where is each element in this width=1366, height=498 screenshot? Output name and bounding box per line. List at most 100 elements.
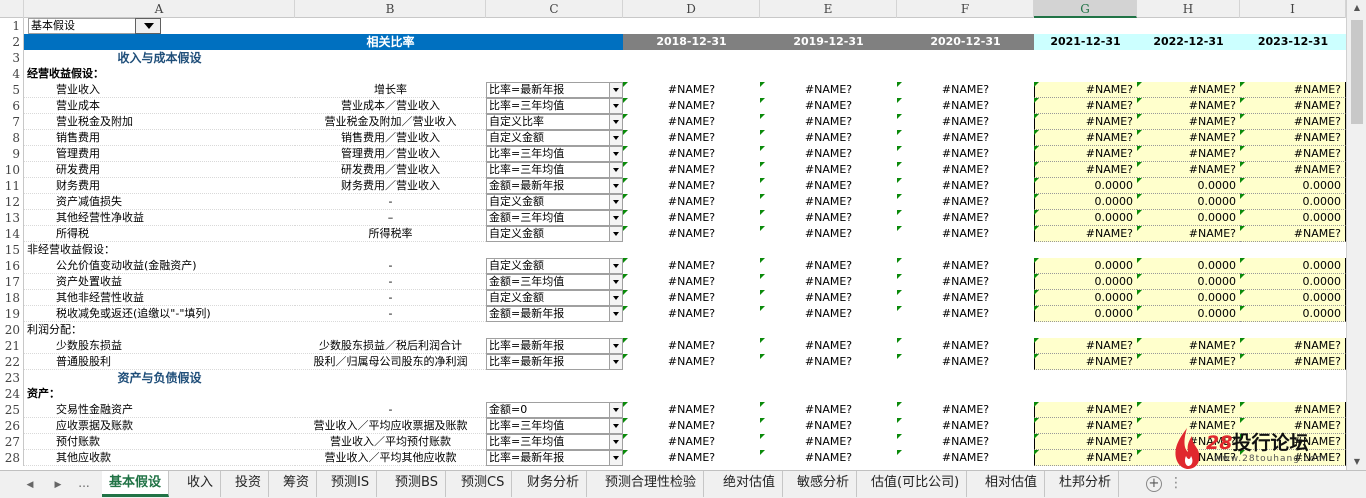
chevron-down-icon[interactable] [609,115,622,129]
historical-value[interactable]: #NAME? [897,418,1034,434]
sheet-tab[interactable]: 投资 [228,471,270,497]
method-select[interactable]: 比率=最新年报 [486,354,623,370]
historical-value[interactable]: #NAME? [623,274,760,290]
chevron-down-icon[interactable] [609,451,622,465]
historical-value[interactable]: #NAME? [623,338,760,354]
forecast-input-cell[interactable]: #NAME? [1240,130,1346,146]
forecast-input-cell[interactable]: 0.0000 [1137,274,1240,290]
historical-value[interactable]: #NAME? [760,82,897,98]
historical-value[interactable]: #NAME? [760,210,897,226]
historical-value[interactable]: #NAME? [760,146,897,162]
chevron-down-icon[interactable] [609,99,622,113]
historical-value[interactable]: #NAME? [623,402,760,418]
row-header[interactable]: 10 [0,162,24,178]
dropdown-button[interactable] [135,18,161,34]
column-header-b[interactable]: B [295,0,486,18]
chevron-down-icon[interactable] [609,259,622,273]
chevron-down-icon[interactable] [609,291,622,305]
historical-value[interactable]: #NAME? [760,130,897,146]
historical-value[interactable]: #NAME? [897,82,1034,98]
historical-value[interactable]: #NAME? [897,306,1034,322]
column-header-c[interactable]: C [486,0,623,18]
row-header[interactable]: 17 [0,274,24,290]
forecast-input-cell[interactable]: #NAME? [1034,354,1137,370]
historical-value[interactable]: #NAME? [897,146,1034,162]
historical-value[interactable]: #NAME? [623,162,760,178]
forecast-input-cell[interactable]: #NAME? [1240,82,1346,98]
sheet-tab[interactable]: 绝对估值 [716,471,784,497]
column-header-g[interactable]: G [1034,0,1137,18]
row-header[interactable]: 20 [0,322,24,338]
forecast-input-cell[interactable]: 0.0000 [1034,258,1137,274]
forecast-input-cell[interactable]: #NAME? [1137,114,1240,130]
forecast-input-cell[interactable]: 0.0000 [1240,306,1346,322]
column-header-i[interactable]: I [1240,0,1346,18]
chevron-down-icon[interactable] [609,435,622,449]
historical-value[interactable]: #NAME? [623,194,760,210]
historical-value[interactable]: #NAME? [760,450,897,466]
method-select[interactable]: 金额=三年均值 [486,274,623,290]
sheet-tab[interactable]: 预测合理性检验 [598,471,705,497]
column-header-d[interactable]: D [623,0,760,18]
sheet-tab[interactable]: 估值(可比公司) [864,471,968,497]
historical-value[interactable]: #NAME? [897,450,1034,466]
historical-value[interactable]: #NAME? [760,434,897,450]
forecast-input-cell[interactable]: 0.0000 [1137,210,1240,226]
row-header[interactable]: 27 [0,434,24,450]
sheet-tab[interactable]: 收入 [180,471,222,497]
method-select[interactable]: 比率=三年均值 [486,146,623,162]
row-header[interactable]: 12 [0,194,24,210]
scroll-up-arrow-icon[interactable]: ▲ [1347,0,1366,16]
sheet-tab[interactable]: 预测BS [388,471,446,497]
historical-value[interactable]: #NAME? [760,194,897,210]
method-select[interactable]: 比率=三年均值 [486,418,623,434]
chevron-down-icon[interactable] [609,147,622,161]
forecast-input-cell[interactable]: 0.0000 [1137,306,1240,322]
historical-value[interactable]: #NAME? [623,226,760,242]
column-header-e[interactable]: E [760,0,897,18]
sheet-tab[interactable]: 筹资 [276,471,318,497]
forecast-input-cell[interactable]: #NAME? [1240,226,1346,242]
historical-value[interactable]: #NAME? [897,162,1034,178]
historical-value[interactable]: #NAME? [623,146,760,162]
row-header[interactable]: 1 [0,18,24,34]
row-header[interactable]: 16 [0,258,24,274]
method-select[interactable]: 比率=最新年报 [486,338,623,354]
historical-value[interactable]: #NAME? [897,354,1034,370]
historical-value[interactable]: #NAME? [760,258,897,274]
row-header[interactable]: 4 [0,66,24,82]
vertical-scrollbar[interactable]: ▲ ▼ [1346,0,1366,470]
forecast-input-cell[interactable]: 0.0000 [1034,274,1137,290]
chevron-down-icon[interactable] [609,83,622,97]
historical-value[interactable]: #NAME? [623,210,760,226]
method-select[interactable]: 比率=三年均值 [486,434,623,450]
forecast-input-cell[interactable]: 0.0000 [1034,178,1137,194]
forecast-input-cell[interactable]: #NAME? [1137,338,1240,354]
forecast-input-cell[interactable]: 0.0000 [1137,258,1240,274]
historical-value[interactable]: #NAME? [623,130,760,146]
sheet-tab[interactable]: 预测IS [324,471,378,497]
sheet-tab[interactable]: 基本假设 [102,471,170,497]
forecast-input-cell[interactable]: #NAME? [1137,130,1240,146]
scroll-thumb[interactable] [1351,20,1363,124]
historical-value[interactable]: #NAME? [623,98,760,114]
historical-value[interactable]: #NAME? [623,290,760,306]
method-select[interactable]: 金额=最新年报 [486,178,623,194]
forecast-input-cell[interactable]: #NAME? [1137,226,1240,242]
sheet-selector-dropdown[interactable]: 基本假设 [28,18,161,34]
historical-value[interactable]: #NAME? [760,98,897,114]
row-header[interactable]: 22 [0,354,24,370]
row-header[interactable]: 21 [0,338,24,354]
historical-value[interactable]: #NAME? [897,290,1034,306]
chevron-down-icon[interactable] [609,227,622,241]
historical-value[interactable]: #NAME? [623,258,760,274]
chevron-down-icon[interactable] [609,195,622,209]
method-select[interactable]: 自定义金额 [486,130,623,146]
row-header[interactable]: 18 [0,290,24,306]
forecast-input-cell[interactable]: #NAME? [1034,114,1137,130]
forecast-input-cell[interactable]: #NAME? [1137,82,1240,98]
sheet-tab[interactable]: 预测CS [454,471,513,497]
method-select[interactable]: 比率=三年均值 [486,162,623,178]
forecast-input-cell[interactable]: #NAME? [1240,354,1346,370]
historical-value[interactable]: #NAME? [897,114,1034,130]
